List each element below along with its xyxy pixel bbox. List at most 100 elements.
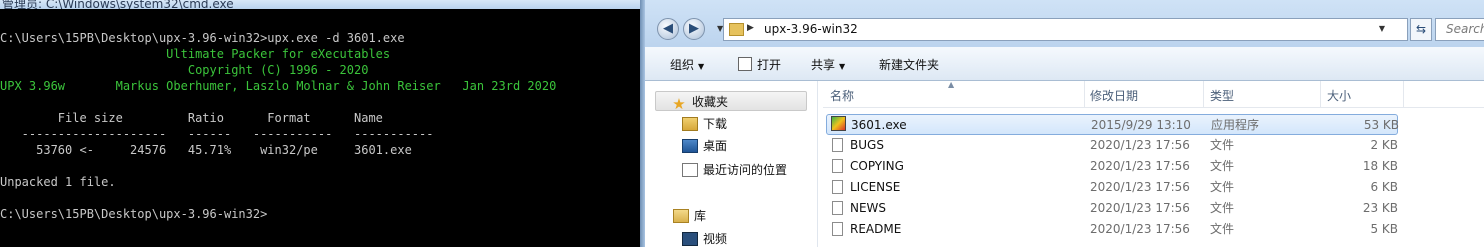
refresh-button[interactable]: ⇆ [1410,18,1432,41]
videos-icon [682,232,698,246]
command-toolbar: 组织 ▼ 打开 共享 ▼ 新建文件夹 [645,47,1484,81]
file-size: 18 KB [1362,159,1398,173]
back-arrow-icon: ◀ [663,21,673,36]
nav-libraries-label: 库 [694,209,707,223]
address-path[interactable]: upx-3.96-win32 [764,22,858,36]
console-line: C:\Users\15PB\Desktop\upx-3.96-win32> [0,207,268,221]
nav-recent-places[interactable]: 最近访问的位置 [682,160,787,180]
forward-button[interactable]: ▶ [683,18,705,40]
explorer-title-frame: ◀ ▶ ▼ ▶ upx-3.96-win32 ▼ ⇆ Search [645,0,1484,47]
file-date: 2020/1/23 17:56 [1090,138,1190,152]
file-type: 文件 [1210,138,1235,152]
console-line: Unpacked 1 file. [0,175,116,189]
file-date: 2020/1/23 17:56 [1090,201,1190,215]
recent-places-icon [682,163,698,177]
open-label: 打开 [757,58,782,72]
nav-recent-label: 最近访问的位置 [703,163,788,177]
new-folder-button[interactable]: 新建文件夹 [879,56,939,73]
nav-favorites-label: 收藏夹 [692,95,729,109]
column-header-row: ▲ 名称 修改日期 类型 大小 [823,80,1484,108]
file-row[interactable]: 3601.exe 2015/9/29 13:10 应用程序 53 KB [826,114,1399,135]
file-name: BUGS [850,138,884,152]
nav-downloads[interactable]: 下载 [682,114,727,134]
file-row[interactable]: BUGS 2020/1/23 17:56 文件 2 KB [823,135,1484,156]
file-row[interactable]: README 2020/1/23 17:56 文件 5 KB [823,219,1484,240]
file-icon [832,201,843,215]
nav-libraries[interactable]: 库 [673,206,706,226]
breadcrumb-chevron-icon[interactable]: ▶ [747,23,754,33]
file-name: 3601.exe [851,118,907,132]
column-date[interactable]: 修改日期 [1090,87,1138,104]
chevron-down-icon: ▼ [698,62,705,71]
nav-desktop-label: 桌面 [703,139,728,153]
share-button[interactable]: 共享 ▼ [811,56,845,73]
file-date: 2015/9/29 13:10 [1091,118,1191,132]
column-name[interactable]: 名称 [830,87,854,104]
column-divider[interactable] [1403,81,1404,107]
open-icon [738,57,752,71]
console-line: Ultimate Packer for eXecutables [0,47,391,61]
sort-ascending-icon: ▲ [948,80,955,89]
file-icon [832,138,843,152]
file-type: 文件 [1210,159,1235,173]
console-line: -------------------- ------ ----------- … [0,127,434,141]
file-icon [832,222,843,236]
nav-favorites[interactable]: ★ 收藏夹 [655,91,807,113]
file-size: 53 KB [1363,118,1399,132]
navigation-pane: ★ 收藏夹 下载 桌面 最近访问的位置 库 视频 [645,81,815,247]
folder-icon [729,23,744,36]
column-divider[interactable] [1320,81,1321,107]
column-divider[interactable] [1203,81,1204,107]
cmd-console-output[interactable]: C:\Users\15PB\Desktop\upx-3.96-win32>upx… [0,30,640,222]
column-size[interactable]: 大小 [1327,87,1351,104]
file-type: 文件 [1210,180,1235,194]
file-list: ▲ 名称 修改日期 类型 大小 3601.exe 2015/9/29 13:10 应… [823,80,1484,247]
explorer-window: ◀ ▶ ▼ ▶ upx-3.96-win32 ▼ ⇆ Search 组织 ▼ 打开… [645,0,1484,247]
nav-videos[interactable]: 视频 [682,229,727,247]
exe-icon [831,116,846,131]
file-name: LICENSE [850,180,901,194]
star-icon: ★ [672,95,686,113]
cmd-window: 管理员: C:\Windows\system32\cmd.exe C:\User… [0,0,645,247]
nav-desktop[interactable]: 桌面 [682,136,727,156]
libraries-icon [673,209,689,223]
console-line: UPX 3.96w Markus Oberhumer, Laszlo Molna… [0,79,557,93]
file-name: COPYING [850,159,904,173]
file-size: 2 KB [1370,138,1398,152]
console-line: File size Ratio Format Name [0,111,383,125]
chevron-down-icon: ▼ [839,62,846,71]
file-date: 2020/1/23 17:56 [1090,159,1190,173]
open-button[interactable]: 打开 [738,56,781,73]
column-type[interactable]: 类型 [1210,87,1234,104]
file-row[interactable]: COPYING 2020/1/23 17:56 文件 18 KB [823,156,1484,177]
cmd-title-bar[interactable]: 管理员: C:\Windows\system32\cmd.exe [0,0,645,9]
forward-arrow-icon: ▶ [689,21,699,36]
file-size: 6 KB [1370,180,1398,194]
file-icon [832,180,843,194]
address-dropdown-icon[interactable]: ▼ [1379,24,1385,33]
search-input[interactable]: Search [1435,18,1484,41]
column-divider[interactable] [1084,81,1085,107]
new-folder-label: 新建文件夹 [879,58,940,72]
address-bar[interactable]: ▶ upx-3.96-win32 ▼ [723,18,1408,41]
console-line: C:\Users\15PB\Desktop\upx-3.96-win32>upx… [0,31,405,45]
nav-downloads-label: 下载 [703,117,728,131]
file-type: 文件 [1210,222,1235,236]
file-size: 5 KB [1370,222,1398,236]
file-name: NEWS [850,201,887,215]
file-icon [832,159,843,173]
file-name: README [850,222,902,236]
back-button[interactable]: ◀ [657,18,679,40]
file-type: 文件 [1210,201,1235,215]
nav-videos-label: 视频 [703,232,728,246]
share-label: 共享 [811,58,836,72]
cmd-title-text: 管理员: C:\Windows\system32\cmd.exe [2,0,234,9]
console-line: Copyright (C) 1996 - 2020 [0,63,369,77]
file-row[interactable]: LICENSE 2020/1/23 17:56 文件 6 KB [823,177,1484,198]
file-row[interactable]: NEWS 2020/1/23 17:56 文件 23 KB [823,198,1484,219]
organize-button[interactable]: 组织 ▼ [670,56,704,73]
file-date: 2020/1/23 17:56 [1090,180,1190,194]
file-date: 2020/1/23 17:56 [1090,222,1190,236]
